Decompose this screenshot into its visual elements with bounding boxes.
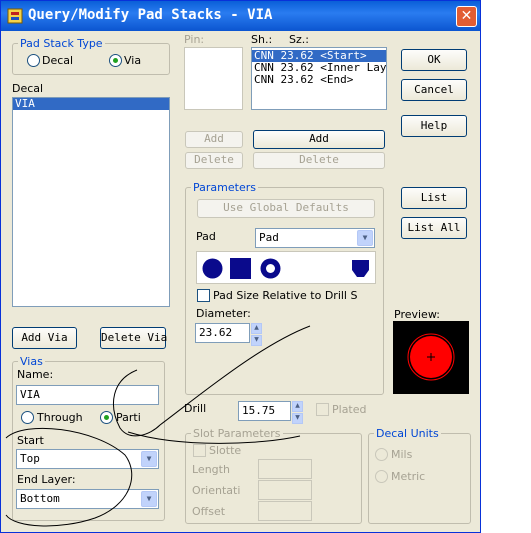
square-shape-icon[interactable] [229,257,252,280]
window-title: Query/Modify Pad Stacks - VIA [28,7,273,23]
length-input[interactable] [258,459,312,479]
pin-list[interactable] [184,47,243,110]
offset-label: Offset [192,505,226,518]
dialog-window: Query/Modify Pad Stacks - VIA ✕ Pad Stac… [0,0,481,533]
use-global-defaults-button[interactable]: Use Global Defaults [197,199,375,218]
help-button[interactable]: Help [401,115,467,137]
pad-preview [393,321,469,394]
orientation-input[interactable] [258,480,312,500]
pad-type-select[interactable]: Pad ▼ [255,228,375,248]
diameter-input[interactable]: 23.62 [195,323,250,343]
drill-input[interactable]: 15.75 [238,401,291,421]
end-layer-value: Bottom [20,492,60,505]
diameter-label: Diameter: [196,307,251,320]
start-layer-value: Top [20,452,40,465]
vias-legend: Vias [18,355,45,368]
plated-checkbox[interactable] [316,403,329,416]
start-layer-select[interactable]: Top ▼ [16,449,159,469]
cancel-button[interactable]: Cancel [401,79,467,101]
end-layer-select[interactable]: Bottom ▼ [16,489,159,509]
delete-via-button[interactable]: Delete Via [100,327,167,349]
drill-spinner[interactable]: ▲ ▼ [292,401,303,424]
offset-input[interactable] [258,501,312,521]
pad-type-value: Pad [259,231,279,244]
pad-label: Pad [196,230,216,243]
decal-units-legend: Decal Units [374,427,441,440]
slotted-label: Slotte [209,444,242,457]
slotted-checkbox[interactable] [193,444,206,457]
partial-radio[interactable] [100,411,113,424]
via-radio-label: Via [124,54,142,67]
metric-label: Metric [391,470,426,483]
decal-radio[interactable] [27,54,40,67]
diameter-spinner[interactable]: ▲ ▼ [251,323,262,346]
add-via-button[interactable]: Add Via [12,327,77,349]
via-radio[interactable] [109,54,122,67]
decal-list[interactable]: VIA [12,97,170,307]
title-bar[interactable]: Query/Modify Pad Stacks - VIA ✕ [1,1,480,31]
start-label: Start [17,434,44,447]
orientation-label: Orientati [192,484,241,497]
metric-radio[interactable] [375,470,388,483]
ok-button[interactable]: OK [401,49,467,71]
plated-label: Plated [332,403,367,416]
delete-layer-button[interactable]: Delete [253,152,385,169]
shape-selector [196,251,376,284]
decal-label: Decal [12,82,44,95]
close-icon: ✕ [460,8,473,24]
annular-shape-icon[interactable] [259,257,282,280]
close-button[interactable]: ✕ [456,6,477,27]
list-button[interactable]: List [401,187,467,209]
slot-parameters-legend: Slot Parameters [191,427,283,440]
app-icon [7,8,23,24]
drill-label: Drill [184,402,207,415]
pad-size-relative-checkbox[interactable] [197,289,210,302]
round-shape-icon[interactable] [201,257,224,280]
through-radio[interactable] [21,411,34,424]
mils-radio[interactable] [375,448,388,461]
pad-size-relative-label: Pad Size Relative to Drill S [213,289,358,302]
chevron-down-icon[interactable]: ▼ [141,491,157,507]
sz-label: Sz.: [289,33,309,46]
pad-layer-item[interactable]: CNN 23.62 <End> [252,74,386,86]
add-pin-button[interactable]: Add [185,131,243,148]
pin-label: Pin: [184,33,205,46]
chevron-down-icon[interactable]: ▼ [357,230,373,246]
through-label: Through [37,411,83,424]
sh-label: Sh.: [251,33,273,46]
preview-label: Preview: [394,308,440,321]
mils-label: Mils [391,448,413,461]
end-layer-label: End Layer: [17,473,76,486]
parameters-legend: Parameters [191,181,258,194]
odd-shape-icon[interactable] [349,257,372,280]
partial-label: Parti [116,411,141,424]
pad-stack-type-legend: Pad Stack Type [18,37,105,50]
add-layer-button[interactable]: Add [253,130,385,149]
length-label: Length [192,463,230,476]
list-all-button[interactable]: List All [401,217,467,239]
name-label: Name: [17,368,54,381]
decal-list-item[interactable]: VIA [13,98,169,110]
delete-pin-button[interactable]: Delete [185,152,243,169]
chevron-down-icon[interactable]: ▼ [141,451,157,467]
pad-layer-list[interactable]: CNN 23.62 <Start> CNN 23.62 <Inner Layer… [251,47,387,110]
via-name-input[interactable]: VIA [16,385,159,405]
decal-radio-label: Decal [42,54,74,67]
